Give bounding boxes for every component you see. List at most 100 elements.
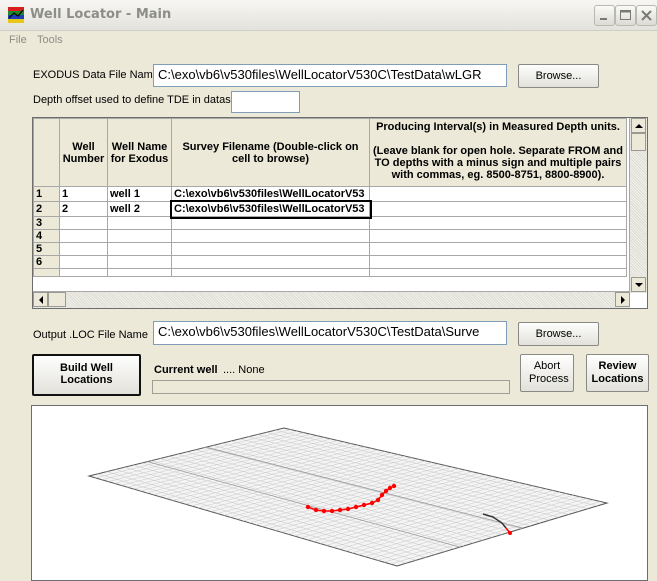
row-header: 1: [33, 186, 60, 202]
corner-header: [33, 118, 60, 187]
survey-filename-cell[interactable]: [171, 268, 370, 277]
table-row[interactable]: 5: [33, 242, 627, 256]
well-plot-svg: [87, 427, 609, 567]
table-row[interactable]: [33, 268, 627, 277]
menu-tools[interactable]: Tools: [37, 34, 63, 46]
survey-filename-cell[interactable]: C:\exo\vb6\v530files\WellLocatorV53: [171, 186, 370, 202]
main-window: Well Locator - Main File Tools EXODUS Da…: [0, 0, 657, 581]
well-1-survey-point: [345, 506, 351, 512]
well-name-cell[interactable]: [107, 268, 172, 277]
menu-file[interactable]: File: [9, 34, 27, 46]
grid-horizontal-scrollbar[interactable]: [33, 291, 630, 308]
well-number-cell[interactable]: [59, 216, 108, 230]
row-header: 6: [33, 255, 60, 269]
abort-button-label: Abort Process: [529, 360, 569, 385]
table-row[interactable]: 2 2 well 2 C:\exo\vb6\v530files\WellLocator…: [33, 199, 627, 219]
row-header: [33, 268, 60, 277]
producing-interval-cell[interactable]: [369, 201, 627, 217]
row-header: 5: [33, 242, 60, 256]
well-name-cell[interactable]: [107, 255, 172, 269]
row-header: 3: [33, 216, 60, 230]
horizontal-scroll-thumb[interactable]: [48, 292, 66, 307]
grid-plane-outline: [87, 427, 609, 567]
well-1-survey-point: [353, 504, 359, 510]
well-1-survey-point: [305, 504, 311, 510]
scroll-down-button[interactable]: [631, 277, 646, 292]
close-button[interactable]: [636, 5, 657, 26]
scroll-left-button[interactable]: [33, 292, 48, 307]
exodus-file-label: EXODUS Data File Name: [33, 69, 159, 81]
title-bar[interactable]: Well Locator - Main: [0, 0, 657, 31]
well-number-cell[interactable]: [59, 242, 108, 256]
header-producing-interval[interactable]: Producing Interval(s) in Measured Depth …: [369, 118, 627, 187]
well-1-survey-point: [369, 500, 375, 506]
scroll-down-icon: [635, 283, 643, 287]
well-name-cell[interactable]: [107, 242, 172, 256]
well-number-cell[interactable]: [59, 268, 108, 277]
current-well-value: .... None: [223, 364, 265, 376]
maximize-icon: [620, 10, 631, 20]
well-1-survey-point: [321, 508, 327, 514]
output-file-label: Output .LOC File Name: [33, 329, 148, 341]
progress-bar: [152, 380, 510, 394]
window-title: Well Locator - Main: [30, 7, 172, 22]
table-row[interactable]: 4: [33, 229, 627, 243]
survey-filename-cell[interactable]: C:\exo\vb6\v530files\WellLocatorV53: [169, 199, 372, 219]
well-number-cell[interactable]: 1: [59, 186, 108, 202]
survey-filename-cell[interactable]: [171, 242, 370, 256]
producing-interval-cell[interactable]: [369, 186, 627, 202]
well-1-survey-point: [329, 508, 335, 514]
well-number-cell[interactable]: 2: [59, 201, 108, 217]
row-header: 2: [33, 201, 60, 217]
wells-grid[interactable]: Well Number Well Name for Exodus Survey …: [32, 117, 648, 309]
producing-interval-cell[interactable]: [369, 255, 627, 269]
well-plot-area[interactable]: [31, 405, 648, 581]
header-well-number[interactable]: Well Number: [59, 118, 108, 187]
vertical-scroll-thumb[interactable]: [631, 133, 646, 151]
well-name-cell[interactable]: well 2: [107, 201, 172, 217]
producing-interval-cell[interactable]: [369, 216, 627, 230]
well-name-cell[interactable]: [107, 229, 172, 243]
header-survey-filename[interactable]: Survey Filename (Double-click on cell to…: [171, 118, 370, 187]
close-icon: [641, 10, 652, 21]
output-file-input[interactable]: C:\exo\vb6\v530files\WellLocatorV530C\Te…: [153, 321, 507, 345]
review-locations-button[interactable]: Review Locations: [586, 354, 649, 392]
producing-interval-cell[interactable]: [369, 229, 627, 243]
table-row[interactable]: 6: [33, 255, 627, 269]
well-name-cell[interactable]: [107, 216, 172, 230]
survey-filename-cell[interactable]: [171, 216, 370, 230]
abort-process-button[interactable]: Abort Process: [520, 354, 574, 392]
survey-filename-cell[interactable]: [171, 229, 370, 243]
well-1-survey-point: [387, 485, 393, 491]
well-1-survey-point: [375, 497, 381, 503]
well-name-cell[interactable]: well 1: [107, 186, 172, 202]
well-number-cell[interactable]: [59, 229, 108, 243]
well-1-survey-point: [337, 507, 343, 513]
build-well-locations-button[interactable]: Build Well Locations: [32, 354, 141, 396]
minimize-icon: [600, 18, 607, 20]
table-row[interactable]: 1 1 well 1 C:\exo\vb6\v530files\WellLocator…: [33, 186, 627, 202]
well-2-survey-point: [508, 531, 512, 535]
exodus-browse-button[interactable]: Browse...: [518, 64, 599, 88]
output-browse-button[interactable]: Browse...: [518, 322, 599, 346]
header-well-name[interactable]: Well Name for Exodus: [107, 118, 172, 187]
row-header: 4: [33, 229, 60, 243]
exodus-file-input[interactable]: C:\exo\vb6\v530files\WellLocatorV530C\Te…: [153, 64, 507, 87]
table-row[interactable]: 3: [33, 216, 627, 230]
build-button-label: Build Well Locations: [60, 362, 113, 386]
producing-interval-cell[interactable]: [369, 242, 627, 256]
maximize-button[interactable]: [615, 5, 636, 26]
scroll-right-button[interactable]: [615, 292, 630, 307]
review-button-label: Review Locations: [591, 360, 644, 385]
scroll-up-icon: [635, 124, 643, 128]
scroll-up-button[interactable]: [631, 118, 646, 133]
minimize-button[interactable]: [594, 5, 615, 26]
well-number-cell[interactable]: [59, 255, 108, 269]
grid-vertical-scrollbar[interactable]: [629, 118, 647, 293]
wells-table: Well Number Well Name for Exodus Survey …: [33, 118, 627, 277]
depth-offset-input[interactable]: [231, 91, 300, 113]
survey-filename-cell[interactable]: [171, 255, 370, 269]
producing-interval-cell[interactable]: [369, 268, 627, 277]
depth-offset-label: Depth offset used to define TDE in datas…: [33, 94, 240, 106]
well-1-survey-point: [379, 492, 385, 498]
